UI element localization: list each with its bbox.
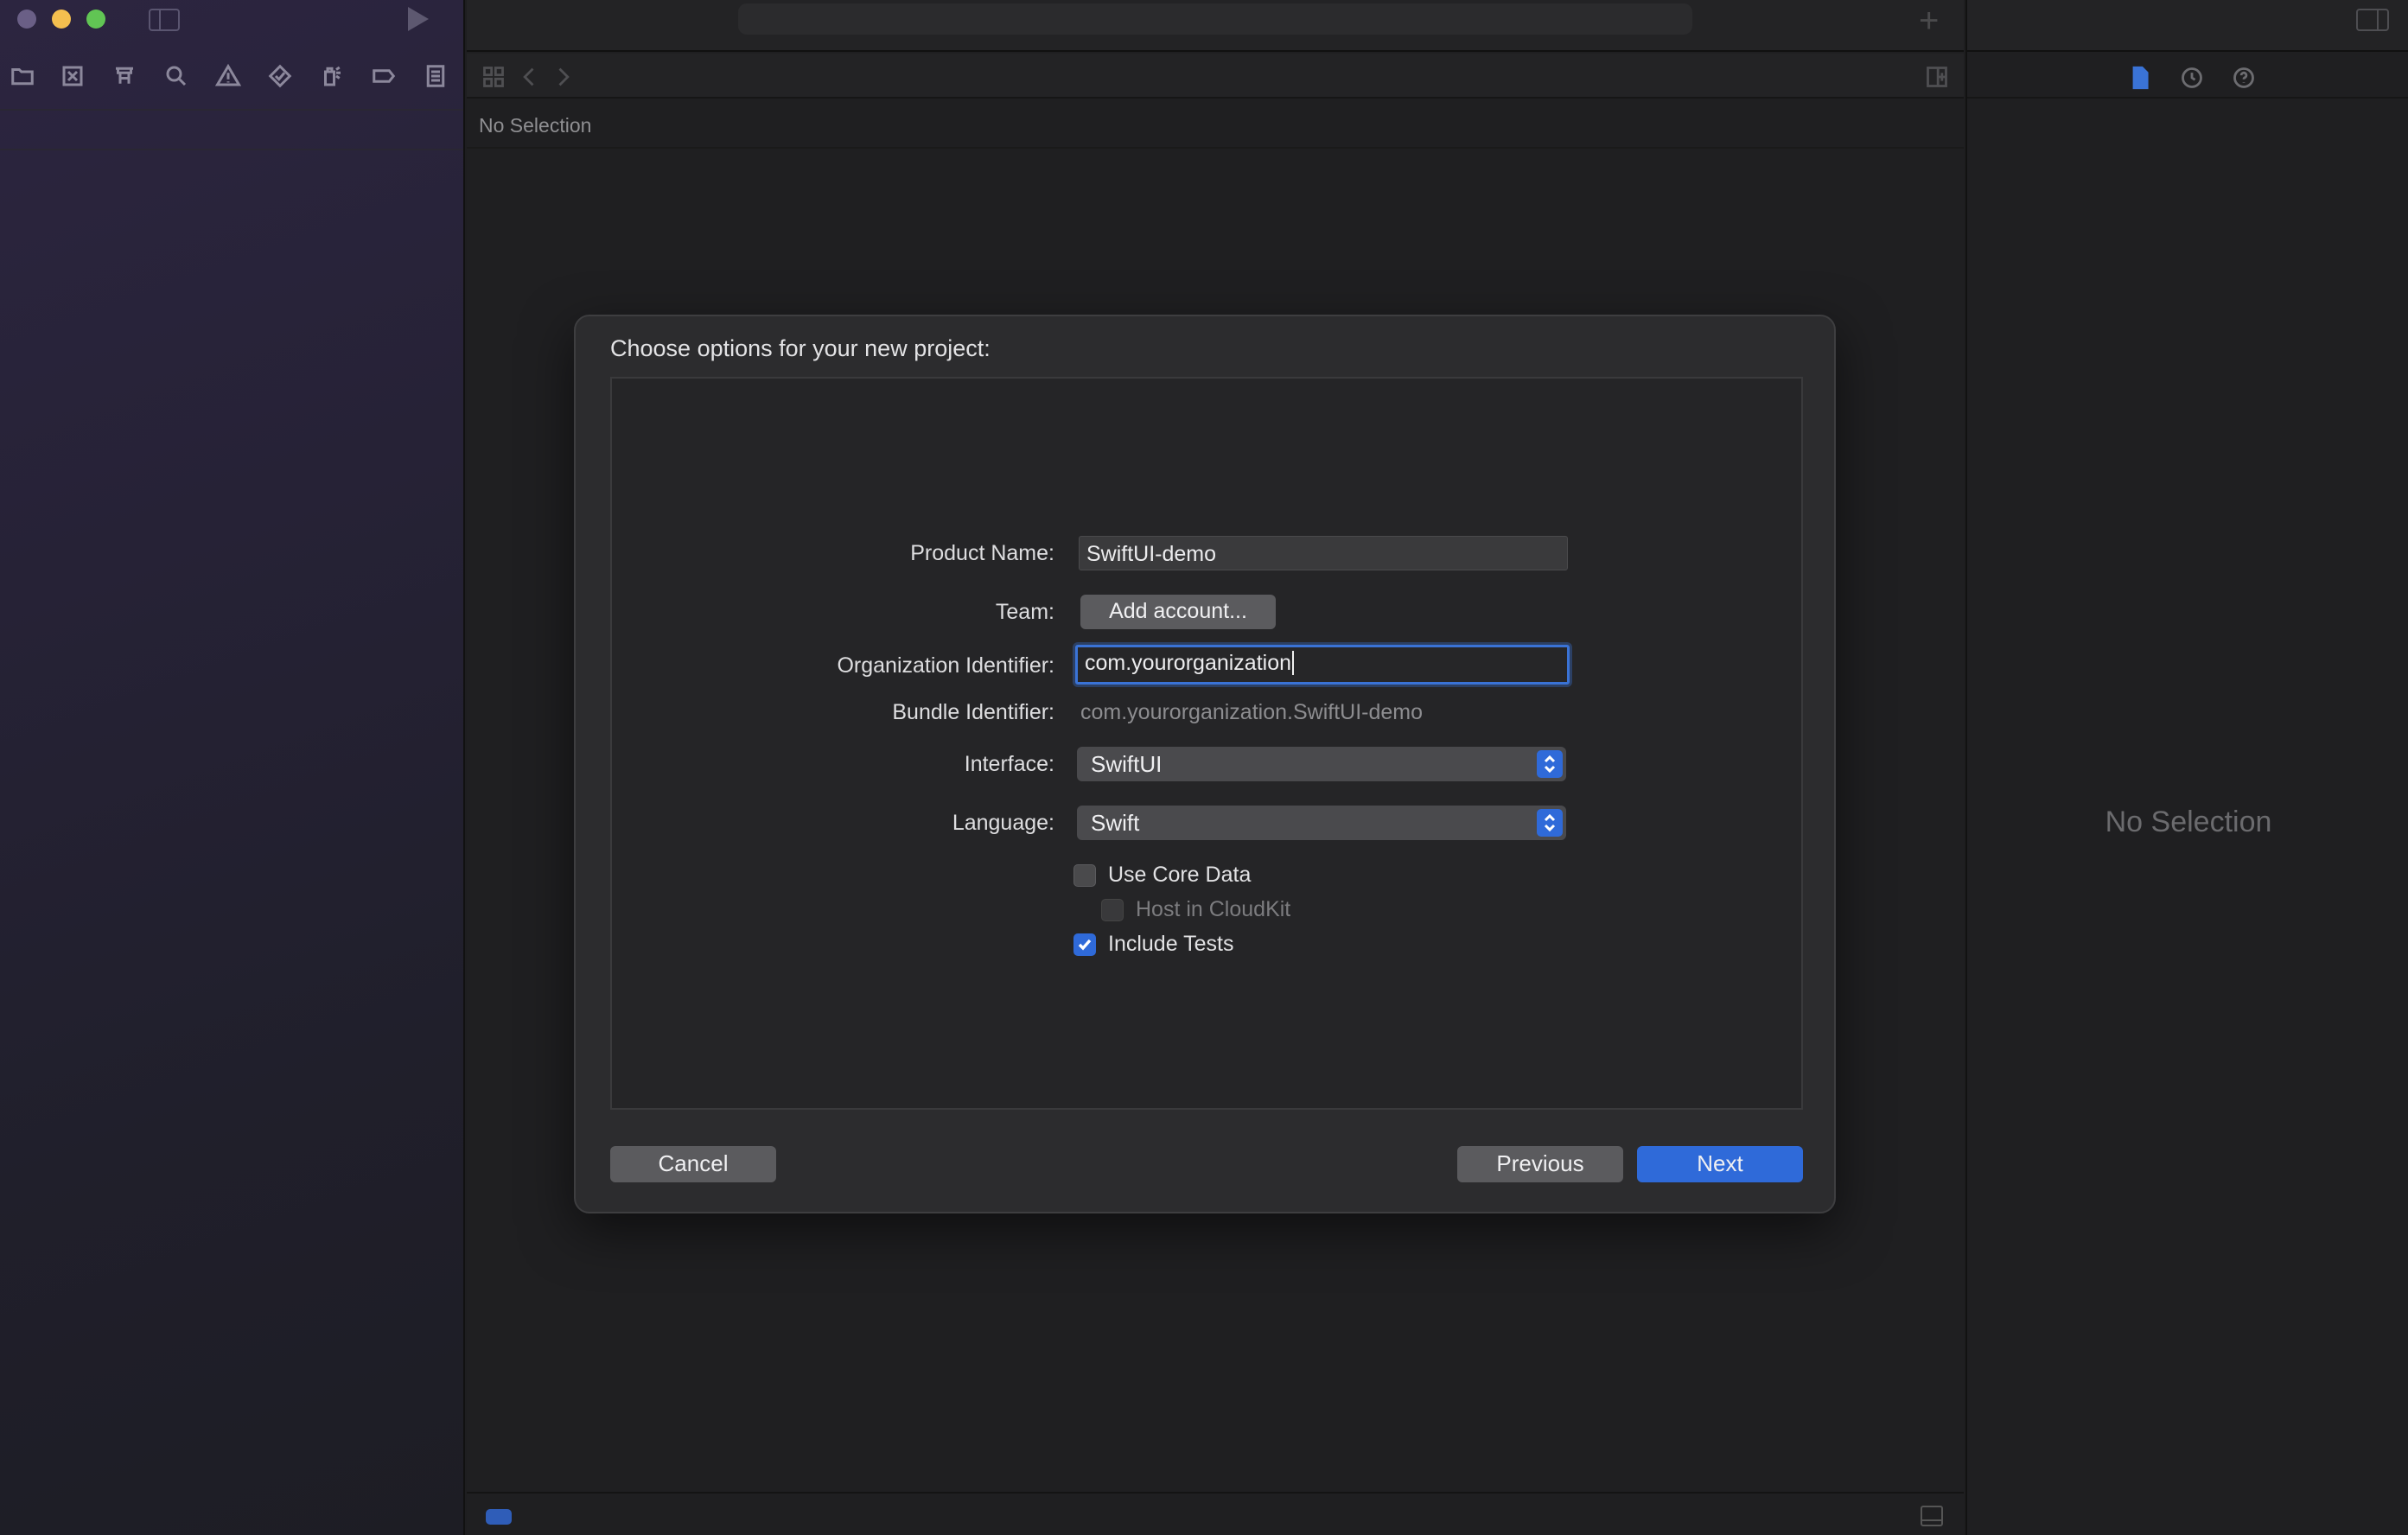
debug-bar (467, 1492, 1964, 1535)
debug-spray-icon[interactable] (316, 61, 347, 92)
bundle-identifier-value: com.yourorganization.SwiftUI-demo (1080, 700, 1423, 724)
chevron-updown-icon (1537, 750, 1563, 778)
new-project-options-sheet: Choose options for your new project: Pro… (574, 315, 1836, 1213)
search-icon[interactable] (161, 61, 192, 92)
include-tests-label: Include Tests (1108, 932, 1234, 956)
navigator-tab-bar (0, 61, 463, 93)
inspector-toolbar (1967, 0, 2408, 52)
product-name-label: Product Name: (910, 541, 1054, 565)
toolbar: + (467, 0, 1964, 52)
sidebar-toggle-icon[interactable] (149, 9, 180, 31)
back-chevron-icon[interactable] (515, 62, 545, 92)
help-icon[interactable] (2230, 64, 2258, 92)
run-icon[interactable] (408, 7, 429, 31)
organization-identifier-label: Organization Identifier: (837, 653, 1054, 678)
folder-icon[interactable] (7, 61, 38, 92)
activity-view (738, 3, 1692, 35)
related-items-icon[interactable] (479, 62, 508, 92)
interface-label: Interface: (964, 752, 1054, 776)
organization-identifier-value: com.yourorganization (1085, 651, 1292, 675)
add-account-button[interactable]: Add account... (1080, 595, 1276, 629)
host-in-cloudkit-label: Host in CloudKit (1136, 897, 1291, 921)
report-icon[interactable] (420, 61, 451, 92)
navigator-sidebar (0, 0, 465, 1535)
bundle-identifier-label: Bundle Identifier: (892, 700, 1054, 724)
dialog-title: Choose options for your new project: (610, 335, 991, 361)
warning-icon[interactable] (213, 61, 244, 92)
divider (0, 109, 463, 111)
divider (0, 149, 463, 150)
checkmark-icon (1078, 939, 1092, 950)
test-diamond-icon[interactable] (264, 61, 296, 92)
cancel-button[interactable]: Cancel (610, 1146, 776, 1182)
product-name-field[interactable]: SwiftUI-demo (1079, 536, 1568, 570)
organization-identifier-field[interactable]: com.yourorganization (1075, 645, 1570, 685)
language-popup[interactable]: Swift (1077, 806, 1566, 840)
language-label: Language: (952, 811, 1054, 835)
maximize-window-button[interactable] (86, 10, 105, 29)
chevron-updown-icon (1537, 809, 1563, 837)
inspector-empty-label: No Selection (2105, 806, 2272, 838)
source-control-icon[interactable] (57, 61, 88, 92)
host-in-cloudkit-checkbox: Host in CloudKit (1101, 897, 1290, 922)
use-core-data-label: Use Core Data (1108, 863, 1252, 887)
history-icon[interactable] (2178, 64, 2206, 92)
checkbox-box (1101, 898, 1124, 921)
breakpoint-icon[interactable] (368, 61, 399, 92)
close-window-button[interactable] (17, 10, 36, 29)
minimize-window-button[interactable] (52, 10, 71, 29)
next-button[interactable]: Next (1637, 1146, 1803, 1182)
inspector-pane: No Selection (1965, 0, 2408, 1535)
forward-chevron-icon[interactable] (548, 62, 577, 92)
checkbox-box (1073, 933, 1096, 956)
interface-popup[interactable]: SwiftUI (1077, 747, 1566, 781)
include-tests-checkbox[interactable]: Include Tests (1073, 932, 1233, 957)
language-selected: Swift (1091, 810, 1140, 836)
breadcrumb-label: No Selection (479, 114, 592, 137)
split-editor-icon[interactable] (1922, 62, 1952, 92)
debug-area-toggle-icon[interactable] (1921, 1506, 1943, 1526)
breadcrumb: No Selection (467, 100, 1964, 149)
previous-button[interactable]: Previous (1457, 1146, 1623, 1182)
options-panel: Product Name: SwiftUI-demo Team: Add acc… (610, 377, 1803, 1110)
inspector-tab-bar (1967, 54, 2408, 99)
use-core-data-checkbox[interactable]: Use Core Data (1073, 863, 1251, 888)
symbol-icon[interactable] (109, 61, 140, 92)
team-label: Team: (995, 600, 1054, 624)
checkbox-box (1073, 863, 1096, 887)
file-inspector-icon[interactable] (2126, 64, 2154, 92)
add-icon[interactable]: + (1919, 3, 1939, 38)
text-caret (1292, 651, 1295, 675)
breakpoints-toggle-icon[interactable] (486, 1509, 512, 1525)
jump-bar (467, 54, 1964, 99)
inspector-toggle-icon[interactable] (2356, 9, 2389, 31)
interface-selected: SwiftUI (1091, 751, 1163, 777)
